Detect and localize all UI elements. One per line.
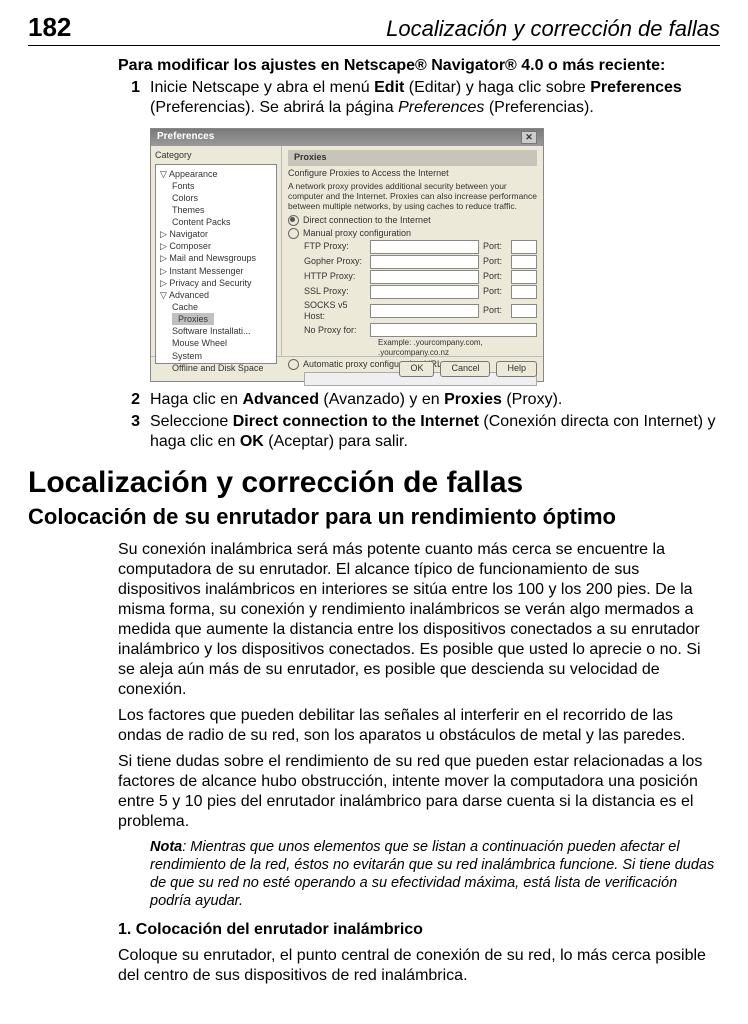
header-rule — [28, 45, 720, 46]
note-text: : Mientras que unos elementos que se lis… — [150, 839, 714, 909]
panel-subtitle: Configure Proxies to Access the Internet — [288, 168, 537, 179]
help-button: Help — [496, 361, 537, 376]
example-text: Example: .yourcompany.com, .yourcompany.… — [288, 338, 537, 358]
radio-manual — [288, 228, 299, 239]
step-number: 3 — [118, 412, 140, 452]
step-text: Inicie Netscape y abra el menú Edit (Edi… — [150, 78, 720, 118]
radio-auto — [288, 359, 299, 370]
step-number: 2 — [118, 390, 140, 410]
body-paragraph: Coloque su enrutador, el punto central d… — [118, 946, 720, 986]
step-text: Seleccione Direct connection to the Inte… — [150, 412, 720, 452]
subsection-heading: Colocación de su enrutador para un rendi… — [28, 504, 720, 530]
step-number: 1 — [118, 78, 140, 118]
note-label: Nota — [150, 839, 182, 855]
step-text: Haga clic en Advanced (Avanzado) y en Pr… — [150, 390, 720, 410]
body-paragraph: Los factores que pueden debilitar las se… — [118, 706, 720, 746]
tree-selected-proxies: Proxies — [172, 313, 214, 325]
panel-title: Proxies — [288, 150, 537, 165]
numbered-subheading: 1. Colocación del enrutador inalámbrico — [118, 920, 720, 940]
section-heading: Localización y corrección de fallas — [28, 466, 720, 500]
body-paragraph: Si tiene dudas sobre el rendimiento de s… — [118, 752, 720, 832]
body-paragraph: Su conexión inalámbrica será más potente… — [118, 540, 720, 700]
preferences-dialog-screenshot: Preferences ✕ Category ▽ Appearance Font… — [150, 128, 544, 382]
dialog-title: Preferences — [157, 131, 214, 144]
category-label: Category — [155, 150, 277, 161]
panel-description: A network proxy provides additional secu… — [288, 181, 537, 212]
cancel-button: Cancel — [440, 361, 490, 376]
close-icon: ✕ — [521, 131, 537, 144]
radio-direct — [288, 215, 299, 226]
page-number: 182 — [28, 12, 71, 43]
running-title: Localización y corrección de fallas — [87, 16, 720, 42]
intro-heading: Para modificar los ajustes en Netscape® … — [118, 56, 720, 76]
category-tree: ▽ Appearance Fonts Colors Themes Content… — [155, 164, 277, 364]
ok-button: OK — [399, 361, 434, 376]
note-block: Nota: Mientras que unos elementos que se… — [150, 838, 720, 911]
